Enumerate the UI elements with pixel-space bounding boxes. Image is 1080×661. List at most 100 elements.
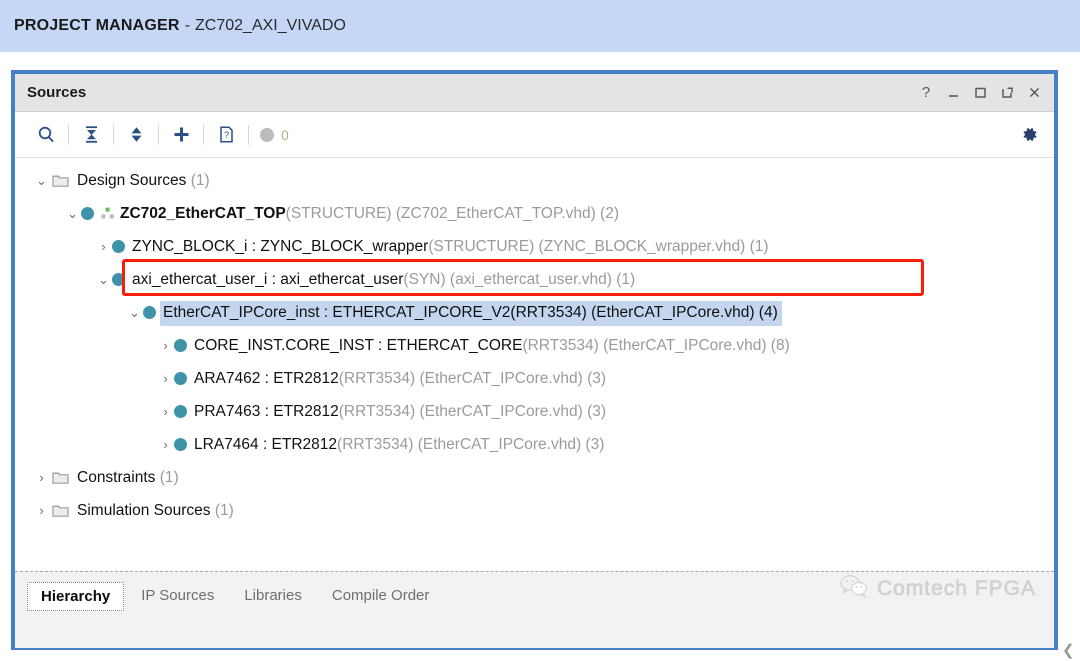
tree-row-name: LRA7464 : ETR2812 — [194, 435, 338, 453]
tree-row-name: axi_ethercat_user_i : axi_ethercat_user — [132, 270, 404, 288]
tree-row-label: PRA7463 : ETR2812(RRT3534) (EtherCAT_IPC… — [194, 403, 606, 421]
tree-row-label: CORE_INST.CORE_INST : ETHERCAT_CORE(RRT3… — [194, 337, 790, 355]
toolbar-divider — [248, 124, 249, 145]
tree-row-label: EtherCAT_IPCore_inst : ETHERCAT_IPCORE_V… — [160, 300, 782, 326]
tree-row-count: (1) — [186, 171, 210, 189]
toolbar-divider — [68, 124, 69, 145]
wechat-icon — [839, 574, 869, 604]
message-count-badge[interactable]: 0 — [260, 127, 289, 143]
expand-all-icon[interactable] — [119, 120, 153, 150]
module-node-icon — [174, 405, 187, 418]
chevron-down-icon[interactable]: ⌄ — [95, 272, 112, 288]
toolbar-divider — [158, 124, 159, 145]
tree-row[interactable]: ⌄ axi_ethercat_user_i : axi_ethercat_user… — [15, 263, 1054, 296]
toolbar-divider — [203, 124, 204, 145]
tree-row-detail: (STRUCTURE) (ZC702_EtherCAT_TOP.vhd) (2) — [285, 204, 619, 222]
watermark-text: Comtech FPGA — [876, 577, 1036, 601]
tab-libraries[interactable]: Libraries — [231, 582, 315, 609]
folder-icon — [50, 173, 70, 188]
panel-title-bar: Sources ? — [15, 74, 1054, 112]
tree-row-name: EtherCAT_IPCore_inst : ETHERCAT_IPCORE_V… — [163, 303, 778, 321]
tree-row-count: (1) — [155, 468, 179, 486]
tree-row-count: (1) — [210, 501, 234, 519]
toolbar-divider — [113, 124, 114, 145]
panel-title: Sources — [27, 84, 87, 101]
project-manager-banner: PROJECT MANAGER - ZC702_AXI_VIVADO — [0, 0, 1080, 52]
report-icon[interactable]: ? — [209, 120, 243, 150]
chevron-right-icon[interactable]: › — [157, 338, 174, 353]
tree-row-name: Design Sources — [77, 171, 187, 189]
module-node-icon — [174, 339, 187, 352]
tree-row-detail: (RRT3534) (EtherCAT_IPCore.vhd) (3) — [338, 402, 607, 420]
tree-row[interactable]: ⌄ ZC702_EtherCAT_TOP(STRUCTURE) (ZC702_Et… — [15, 197, 1054, 230]
maximize-icon[interactable] — [972, 85, 988, 101]
sources-panel: Sources ? ? 0 ⌄ Design Sources (1) ⌄ ZC7… — [11, 70, 1058, 650]
tree-row-detail: (RRT3534) (EtherCAT_IPCore.vhd) (3) — [338, 369, 607, 387]
chevron-right-icon[interactable]: › — [157, 437, 174, 452]
sources-tree[interactable]: ⌄ Design Sources (1) ⌄ ZC702_EtherCAT_TOP(S… — [15, 158, 1054, 571]
gear-icon[interactable] — [1014, 120, 1044, 150]
sources-toolbar: ? 0 — [15, 112, 1054, 158]
folder-icon — [50, 470, 70, 485]
tree-row[interactable]: › ARA7462 : ETR2812(RRT3534) (EtherCAT_IP… — [15, 362, 1054, 395]
tree-row-label: ZC702_EtherCAT_TOP(STRUCTURE) (ZC702_Eth… — [120, 205, 619, 223]
tree-row[interactable]: › ZYNC_BLOCK_i : ZYNC_BLOCK_wrapper(STRUC… — [15, 230, 1054, 263]
tree-row[interactable]: › LRA7464 : ETR2812(RRT3534) (EtherCAT_IP… — [15, 428, 1054, 461]
tree-row-label: Design Sources (1) — [77, 172, 210, 190]
status-badge-count: 0 — [281, 126, 289, 143]
chevron-right-icon[interactable]: › — [33, 470, 50, 485]
chevron-right-icon[interactable]: › — [95, 239, 112, 254]
chevron-right-icon[interactable]: › — [157, 371, 174, 386]
help-icon[interactable]: ? — [918, 85, 934, 101]
project-manager-label: PROJECT MANAGER — [14, 17, 180, 34]
tree-row[interactable]: › CORE_INST.CORE_INST : ETHERCAT_CORE(RRT… — [15, 329, 1054, 362]
tree-row[interactable]: ⌄ Design Sources (1) — [15, 164, 1054, 197]
tree-row-label: axi_ethercat_user_i : axi_ethercat_user(… — [132, 271, 635, 289]
tree-row[interactable]: › Simulation Sources (1) — [15, 494, 1054, 527]
collapse-all-icon[interactable] — [74, 120, 108, 150]
float-window-icon[interactable] — [999, 85, 1015, 101]
tree-row-name: ZYNC_BLOCK_i : ZYNC_BLOCK_wrapper — [132, 237, 429, 255]
tree-row-name: ARA7462 : ETR2812 — [194, 369, 339, 387]
tree-row-detail: (RRT3534) (EtherCAT_IPCore.vhd) (3) — [337, 435, 605, 453]
module-node-icon — [112, 240, 125, 253]
module-node-icon — [174, 372, 187, 385]
tree-row[interactable]: ⌄ EtherCAT_IPCore_inst : ETHERCAT_IPCORE_… — [15, 296, 1054, 329]
sources-tab-bar: Hierarchy IP Sources Libraries Compile Orde… — [15, 571, 1054, 648]
tree-row-detail: (STRUCTURE) (ZYNC_BLOCK_wrapper.vhd) (1) — [428, 237, 769, 255]
chevron-down-icon[interactable]: ⌄ — [64, 206, 81, 222]
chevron-down-icon[interactable]: ⌄ — [33, 173, 50, 189]
status-dot-icon — [260, 127, 274, 142]
tree-row-label: ARA7462 : ETR2812(RRT3534) (EtherCAT_IPC… — [194, 370, 606, 388]
search-icon[interactable] — [29, 120, 63, 150]
tree-row-name: PRA7463 : ETR2812 — [194, 402, 339, 420]
module-node-icon — [112, 273, 125, 286]
hierarchy-icon — [101, 207, 115, 220]
tree-row[interactable]: › Constraints (1) — [15, 461, 1054, 494]
tab-hierarchy[interactable]: Hierarchy — [27, 582, 125, 611]
close-icon[interactable] — [1026, 85, 1042, 101]
tree-row[interactable]: › PRA7463 : ETR2812(RRT3534) (EtherCAT_IP… — [15, 395, 1054, 428]
tab-ip-sources[interactable]: IP Sources — [128, 582, 227, 609]
chevron-right-icon[interactable]: › — [157, 404, 174, 419]
minimize-icon[interactable] — [945, 85, 961, 101]
add-sources-icon[interactable] — [164, 120, 198, 150]
chevron-right-icon[interactable]: › — [33, 503, 50, 518]
tree-row-label: ZYNC_BLOCK_i : ZYNC_BLOCK_wrapper(STRUCT… — [132, 238, 769, 256]
tree-row-detail: (SYN) (axi_ethercat_user.vhd) (1) — [403, 270, 636, 288]
chevron-down-icon[interactable]: ⌄ — [126, 305, 143, 321]
tree-row-name: Constraints — [77, 468, 156, 486]
tree-row-name: ZC702_EtherCAT_TOP — [120, 204, 286, 222]
tree-row-detail: (RRT3534) (EtherCAT_IPCore.vhd) (8) — [522, 336, 790, 354]
tree-row-label: LRA7464 : ETR2812(RRT3534) (EtherCAT_IPC… — [194, 436, 604, 454]
window-controls: ? — [918, 85, 1046, 101]
module-node-icon — [81, 207, 94, 220]
svg-text:?: ? — [223, 130, 228, 140]
tree-row-label: Simulation Sources (1) — [77, 502, 234, 520]
tree-row-name: Simulation Sources — [77, 501, 211, 519]
module-node-icon — [174, 438, 187, 451]
scroll-left-chevron-icon[interactable]: ❮ — [1062, 641, 1075, 659]
project-name: ZC702_AXI_VIVADO — [195, 17, 346, 34]
folder-icon — [50, 503, 70, 518]
tab-compile-order[interactable]: Compile Order — [319, 582, 443, 609]
